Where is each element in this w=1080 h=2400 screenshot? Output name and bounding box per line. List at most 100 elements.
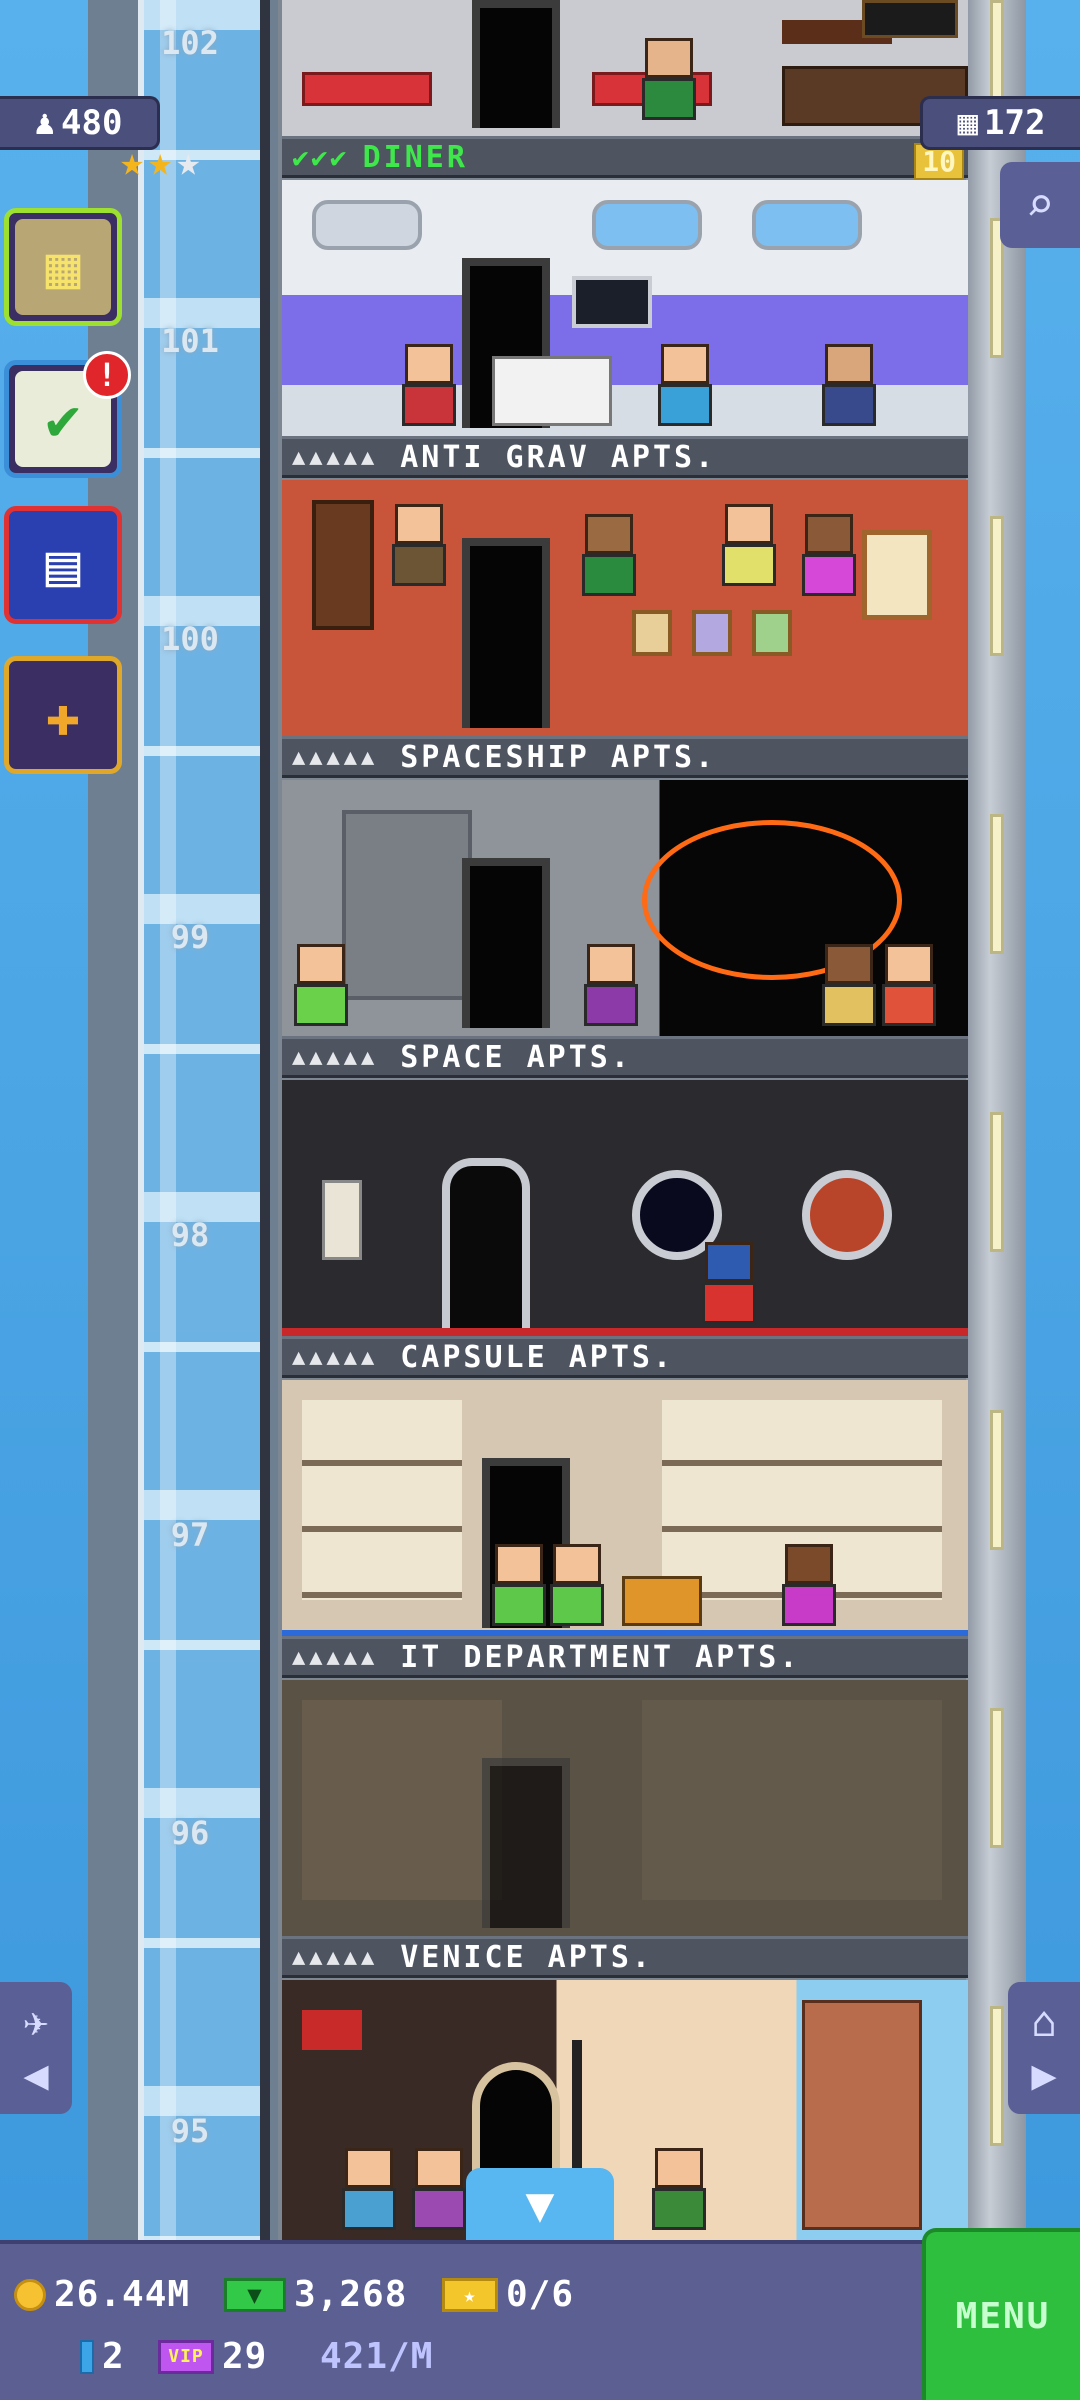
resident[interactable] xyxy=(822,944,876,1026)
wall-panel xyxy=(322,1180,362,1260)
floor-number: 96 xyxy=(170,1814,210,1852)
carnival-mask xyxy=(302,2010,362,2050)
resident-floating[interactable] xyxy=(722,504,776,586)
wall-light xyxy=(990,1410,1004,1550)
scroll-down-button[interactable]: ▼ xyxy=(466,2168,614,2242)
wall-light xyxy=(990,814,1004,954)
resident[interactable] xyxy=(412,2148,466,2230)
floor-number: 99 xyxy=(170,918,210,956)
floor-diner[interactable] xyxy=(282,0,968,136)
wall-light xyxy=(990,1112,1004,1252)
floor-it-department-apts[interactable] xyxy=(282,1380,968,1636)
floor-trim xyxy=(282,1328,968,1336)
floor-label-diner[interactable]: ✔✔✔ DINER 10 xyxy=(282,136,968,180)
person-icon: ♟ xyxy=(34,103,56,143)
floor-number: 101 xyxy=(161,322,219,360)
wall-light xyxy=(990,2006,1004,2146)
floor-spaceship-apts[interactable] xyxy=(282,480,968,736)
resident[interactable] xyxy=(402,344,456,426)
floor-label-venice-apts[interactable]: ▲▲▲▲▲ VENICE APTS. xyxy=(282,1936,968,1978)
coin-icon xyxy=(14,2278,46,2311)
floor-95[interactable] xyxy=(282,1980,968,2240)
floor-name: DINER xyxy=(362,139,468,175)
floor-number: 95 xyxy=(170,2112,210,2150)
floor-name: CAPSULE APTS. xyxy=(400,1339,675,1375)
floor-count-value: 172 xyxy=(984,103,1046,143)
floor-name: VENICE APTS. xyxy=(400,1939,653,1975)
star-icon: ★ xyxy=(148,139,173,185)
menu-button[interactable]: MENU xyxy=(922,2228,1080,2400)
lobby-nav-button[interactable]: ⌂ ▶ xyxy=(1008,1982,1080,2114)
floor-space-apts[interactable] xyxy=(282,780,968,1036)
picture-frame xyxy=(692,610,732,656)
bux-stat[interactable]: ▼ 3,268 xyxy=(224,2274,407,2315)
calendar-icon: ▤ xyxy=(45,531,81,599)
resident[interactable] xyxy=(294,944,348,1026)
gift-button[interactable]: ✚ xyxy=(4,656,122,774)
tiger[interactable] xyxy=(622,1576,702,1626)
floor-label-spaceship-apts[interactable]: ▲▲▲▲▲ SPACESHIP APTS. xyxy=(282,736,968,778)
resident[interactable] xyxy=(652,2148,706,2230)
resident[interactable] xyxy=(492,1544,546,1626)
floor-name: ANTI GRAV APTS. xyxy=(400,439,717,475)
resident[interactable] xyxy=(782,1544,836,1626)
tower-count-stat[interactable]: 2 xyxy=(80,2336,125,2377)
star-icon: ★ xyxy=(176,139,201,185)
tower-rating-stars: ★ ★ ★ xyxy=(120,142,200,182)
resident[interactable] xyxy=(584,944,638,1026)
floor-label-space-apts[interactable]: ▲▲▲▲▲ SPACE APTS. xyxy=(282,1036,968,1078)
rating-dots: ▲▲▲▲▲ xyxy=(292,1944,379,1970)
rating-dots: ▲▲▲▲▲ xyxy=(292,444,379,470)
tickets-stat[interactable]: ★ 0/6 xyxy=(442,2274,574,2315)
calendar-button[interactable]: ▤ xyxy=(4,506,122,624)
tickets-value: 0/6 xyxy=(506,2274,575,2315)
capsule-pods xyxy=(302,1400,462,1600)
floor-label-capsule-apts[interactable]: ▲▲▲▲▲ CAPSULE APTS. xyxy=(282,1336,968,1378)
picture-frame xyxy=(632,610,672,656)
floor-label-anti-grav-apts[interactable]: ▲▲▲▲▲ ANTI GRAV APTS. xyxy=(282,436,968,478)
window xyxy=(752,200,862,250)
vip-value: 29 xyxy=(222,2336,268,2377)
resident[interactable] xyxy=(658,344,712,426)
floor-count-counter[interactable]: ▦ 172 xyxy=(920,96,1080,150)
menu-board xyxy=(862,0,958,38)
resident-floating[interactable] xyxy=(802,514,856,596)
resident[interactable] xyxy=(882,944,936,1026)
building-icon: ▦ xyxy=(957,103,979,143)
floor-door xyxy=(482,1758,570,1928)
magnifier-icon: ⌕ xyxy=(1025,177,1055,233)
posters-wall xyxy=(302,1700,502,1900)
floor-venice-apts-preview[interactable] xyxy=(282,1680,968,1936)
floor-anti-grav-apts[interactable] xyxy=(282,180,968,436)
resident-floating[interactable] xyxy=(392,504,446,586)
wall-light xyxy=(990,516,1004,656)
window xyxy=(312,200,422,250)
floor-name: IT DEPARTMENT APTS. xyxy=(400,1639,801,1675)
bookshelf xyxy=(312,500,374,630)
tower-count-value: 2 xyxy=(102,2336,125,2377)
vip-stat[interactable]: VIP 29 xyxy=(158,2336,267,2377)
polar-bear[interactable] xyxy=(492,356,612,426)
search-button[interactable]: ⌕ xyxy=(1000,162,1080,248)
floor-door xyxy=(462,858,550,1028)
floor-door xyxy=(442,1158,530,1328)
floor-door xyxy=(462,538,550,728)
chevron-down-icon: ▼ xyxy=(525,2177,555,2233)
floor-capsule-apts[interactable] xyxy=(282,1080,968,1336)
floor-number: 100 xyxy=(161,620,219,658)
build-floor-button[interactable]: ▦ xyxy=(4,208,122,326)
resident-chef[interactable] xyxy=(642,38,696,120)
resident-superhero[interactable] xyxy=(702,1242,756,1324)
elevator-nav-button[interactable]: ✈ ◀ xyxy=(0,1982,72,2114)
plane-icon: ✈ xyxy=(23,1997,49,2046)
coins-stat[interactable]: 26.44M xyxy=(14,2274,190,2315)
bux-value: 3,268 xyxy=(294,2274,408,2315)
missions-button[interactable]: ✔ ! xyxy=(4,351,131,478)
floor-door xyxy=(472,0,560,128)
resident[interactable] xyxy=(342,2148,396,2230)
resident-floating[interactable] xyxy=(582,514,636,596)
resident[interactable] xyxy=(822,344,876,426)
resident[interactable] xyxy=(550,1544,604,1626)
floor-label-it-department-apts[interactable]: ▲▲▲▲▲ IT DEPARTMENT APTS. xyxy=(282,1636,968,1678)
rating-dots: ▲▲▲▲▲ xyxy=(292,1044,379,1070)
